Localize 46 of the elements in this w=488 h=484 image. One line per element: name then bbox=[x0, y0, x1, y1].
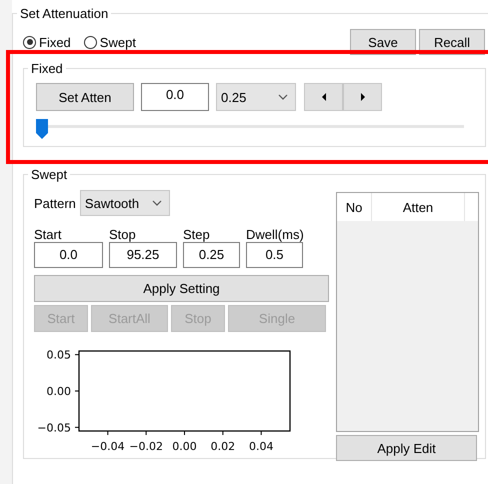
input-field[interactable]: 0.0 bbox=[34, 242, 103, 268]
tick-mark bbox=[74, 426, 80, 428]
tick-mark bbox=[222, 430, 224, 436]
input-field[interactable]: 0.5 bbox=[246, 242, 303, 268]
input-field[interactable]: 0.25 bbox=[183, 242, 240, 268]
group-title: Fixed bbox=[30, 61, 64, 76]
field-label: Dwell(ms) bbox=[246, 227, 304, 242]
column-header[interactable]: Atten bbox=[372, 193, 465, 221]
group-title: Swept bbox=[30, 167, 68, 182]
tick-label: 0.00 bbox=[172, 440, 197, 453]
tick-label: 0.00 bbox=[46, 385, 71, 398]
radio-option[interactable]: Fixed bbox=[23, 34, 71, 50]
input-field[interactable]: 95.25 bbox=[109, 242, 177, 268]
tick-label: 0.04 bbox=[248, 440, 274, 453]
apply-edit-button[interactable]: Apply Edit bbox=[336, 435, 477, 461]
tick-label: −0.02 bbox=[129, 440, 163, 453]
group-title: Set Attenuation bbox=[19, 6, 110, 21]
field-label: Start bbox=[34, 227, 62, 242]
column-header[interactable]: No bbox=[337, 193, 372, 221]
apply-setting-button[interactable]: Apply Setting bbox=[34, 275, 329, 302]
set-atten-button[interactable]: Set Atten bbox=[36, 83, 134, 111]
triangle-icon bbox=[360, 93, 366, 101]
chevron-icon bbox=[152, 200, 162, 206]
tick-label: −0.05 bbox=[37, 421, 71, 434]
step-dropdown[interactable]: 0.25 bbox=[216, 83, 296, 111]
radio-option[interactable]: Swept bbox=[84, 34, 136, 50]
chevron-icon bbox=[278, 94, 288, 100]
slider-thumb[interactable] bbox=[36, 119, 48, 139]
tick-label: 0.05 bbox=[46, 348, 71, 362]
tick-mark bbox=[74, 354, 80, 356]
attenuation-slider[interactable] bbox=[36, 119, 464, 141]
tick-mark bbox=[74, 390, 80, 392]
radio-button[interactable] bbox=[84, 36, 97, 48]
triangle-icon bbox=[320, 93, 326, 101]
tick-mark bbox=[107, 430, 108, 436]
pattern-label: Pattern bbox=[34, 196, 76, 210]
pattern-dropdown[interactable]: Sawtooth bbox=[80, 190, 170, 216]
tick-mark bbox=[146, 430, 147, 436]
value-field[interactable]: 0.0 bbox=[141, 83, 209, 111]
radio-button[interactable] bbox=[23, 36, 36, 48]
tick-mark bbox=[184, 430, 185, 436]
field-label: Step bbox=[183, 227, 211, 242]
tick-mark bbox=[260, 430, 262, 436]
tick-label: −0.04 bbox=[90, 440, 125, 453]
field-label: Stop bbox=[109, 227, 137, 242]
tick-label: 0.02 bbox=[210, 440, 236, 453]
